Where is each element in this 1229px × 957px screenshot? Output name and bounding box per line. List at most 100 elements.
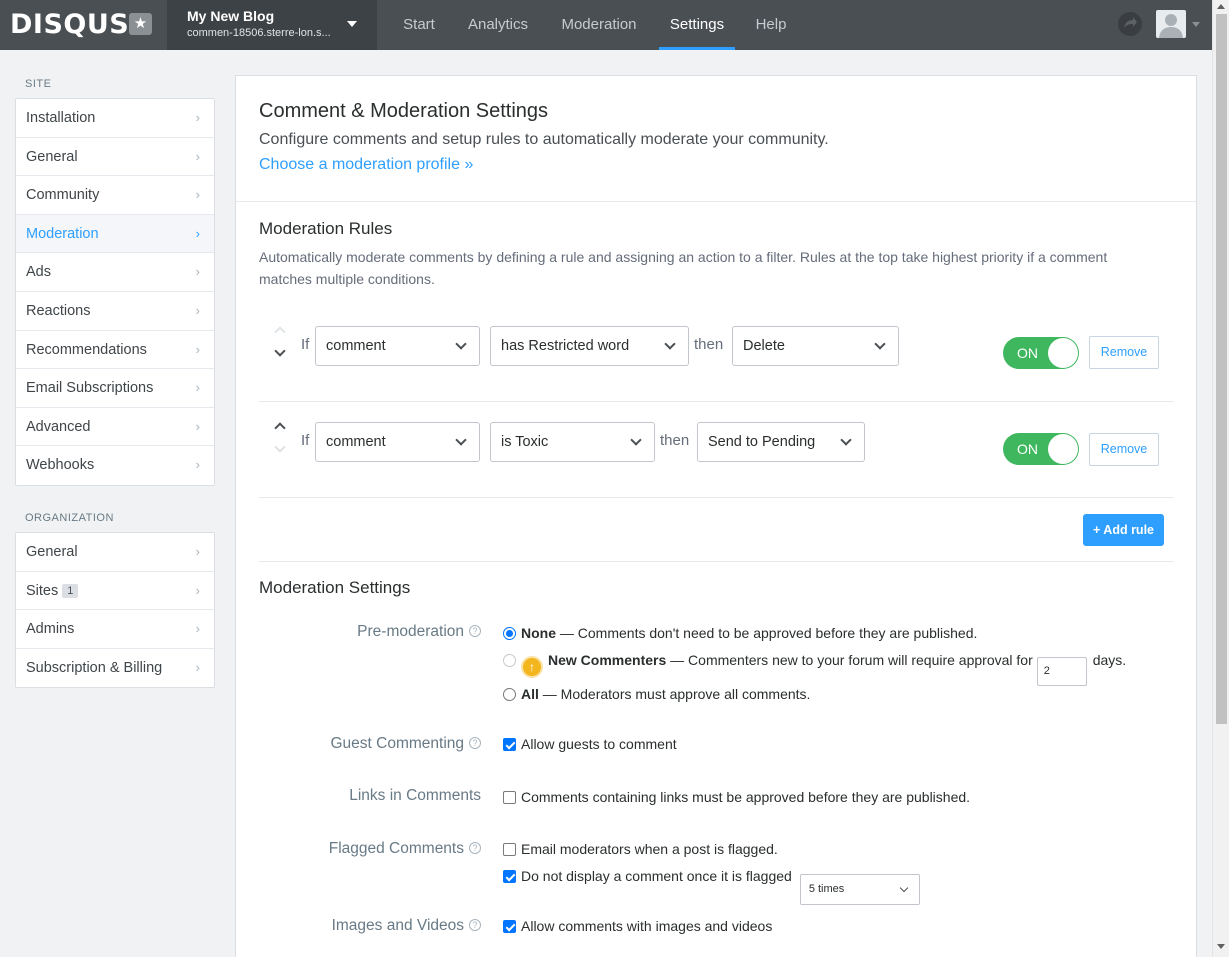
radio-none[interactable] bbox=[503, 627, 516, 640]
flagged-email-checkbox[interactable] bbox=[503, 843, 516, 856]
move-down-icon[interactable] bbox=[274, 345, 286, 357]
premod-option-all[interactable]: All — Moderators must approve all commen… bbox=[503, 686, 810, 702]
add-rule-button[interactable]: + Add rule bbox=[1083, 514, 1164, 546]
move-down-icon[interactable] bbox=[274, 441, 286, 453]
if-label: If bbox=[301, 336, 310, 353]
rule-toggle[interactable]: ON bbox=[1003, 337, 1079, 369]
rule-condition-select[interactable]: has Restricted word bbox=[490, 326, 689, 366]
sidebar-item-reactions[interactable]: Reactions › bbox=[16, 292, 214, 331]
settings-panel: Comment & Moderation Settings Configure … bbox=[235, 75, 1197, 957]
option-desc: Allow guests to comment bbox=[521, 736, 677, 752]
radio-all[interactable] bbox=[503, 688, 516, 701]
flagged-email-option[interactable]: Email moderators when a post is flagged. bbox=[503, 841, 778, 857]
flagged-hide-checkbox[interactable] bbox=[503, 870, 516, 883]
guest-checkbox[interactable] bbox=[503, 738, 516, 751]
sidebar-item-label: Sites bbox=[26, 582, 59, 599]
sidebar-item-label: Subscription & Billing bbox=[26, 659, 163, 676]
sidebar-item-webhooks[interactable]: Webhooks › bbox=[16, 446, 214, 485]
tab-settings[interactable]: Settings bbox=[659, 0, 735, 50]
chevron-down-icon bbox=[874, 338, 886, 350]
option-title: All bbox=[521, 686, 539, 702]
moderation-profile-link[interactable]: Choose a moderation profile » bbox=[259, 156, 473, 174]
chevron-right-icon: › bbox=[195, 148, 200, 164]
remove-rule-button[interactable]: Remove bbox=[1089, 336, 1159, 369]
help-icon[interactable]: ? bbox=[469, 737, 481, 749]
sidebar-item-admins[interactable]: Admins › bbox=[16, 610, 214, 649]
tab-help[interactable]: Help bbox=[748, 0, 794, 50]
chevron-right-icon: › bbox=[195, 659, 200, 675]
rule-action-select[interactable]: Delete bbox=[732, 326, 899, 366]
scroll-thumb[interactable] bbox=[1216, 14, 1227, 724]
chevron-right-icon: › bbox=[195, 544, 200, 559]
sidebar-item-label: Installation bbox=[26, 110, 96, 126]
toggle-label: ON bbox=[1017, 345, 1038, 361]
sidebar-item-ads[interactable]: Ads › bbox=[16, 253, 214, 292]
caret-down-icon[interactable] bbox=[1192, 22, 1200, 27]
sidebar-item-email-subscriptions[interactable]: Email Subscriptions › bbox=[16, 369, 214, 408]
sidebar-item-installation[interactable]: Installation › bbox=[16, 99, 214, 138]
option-desc: Comments containing links must be approv… bbox=[521, 789, 971, 805]
media-option[interactable]: Allow comments with images and videos bbox=[503, 918, 772, 934]
flag-times-select[interactable]: 5 times bbox=[799, 874, 920, 905]
rule-row: If comment has Restricted word then Dele… bbox=[259, 306, 1174, 402]
sidebar-item-label: Email Subscriptions bbox=[26, 380, 154, 397]
divider bbox=[236, 201, 1196, 202]
scroll-up-icon[interactable] bbox=[1217, 4, 1225, 9]
chevron-right-icon: › bbox=[195, 380, 200, 396]
flagged-hide-option[interactable]: Do not display a comment once it is flag… bbox=[503, 868, 920, 905]
notifications-icon[interactable] bbox=[1118, 12, 1142, 36]
select-value: has Restricted word bbox=[501, 338, 630, 354]
scroll-down-icon[interactable] bbox=[1217, 944, 1225, 949]
sidebar-site-menu: Installation › General › Community › Modera… bbox=[15, 98, 215, 486]
media-checkbox[interactable] bbox=[503, 920, 516, 933]
chevron-right-icon: › bbox=[195, 418, 200, 434]
label-text: Pre-moderation bbox=[357, 623, 464, 640]
premod-option-new-commenters[interactable]: ↑ New Commenters — Commenters new to your… bbox=[503, 652, 1126, 686]
premod-option-none[interactable]: None — Comments don't need to be approve… bbox=[503, 625, 977, 641]
move-up-icon[interactable] bbox=[274, 422, 286, 434]
sidebar-item-subscription-billing[interactable]: Subscription & Billing › bbox=[16, 649, 214, 688]
images-videos-label: Images and Videos? bbox=[332, 917, 481, 935]
site-switcher[interactable]: My New Blog commen-18506.sterre-lon.s... bbox=[167, 0, 377, 50]
sidebar-item-recommendations[interactable]: Recommendations › bbox=[16, 331, 214, 370]
star-icon[interactable]: ★ bbox=[129, 13, 152, 35]
sidebar-item-sites[interactable]: Sites 1 › bbox=[16, 572, 214, 611]
sidebar-item-label: General bbox=[26, 148, 78, 165]
select-value: comment bbox=[326, 434, 386, 450]
tab-moderation[interactable]: Moderation bbox=[552, 0, 646, 50]
help-icon[interactable]: ? bbox=[469, 625, 481, 637]
tab-start[interactable]: Start bbox=[390, 0, 448, 50]
links-checkbox[interactable] bbox=[503, 791, 516, 804]
sidebar-item-general[interactable]: General › bbox=[16, 138, 214, 177]
toggle-label: ON bbox=[1017, 441, 1038, 457]
sidebar-item-community[interactable]: Community › bbox=[16, 176, 214, 215]
guest-option[interactable]: Allow guests to comment bbox=[503, 736, 677, 752]
radio-new-commenters[interactable] bbox=[503, 654, 516, 667]
disqus-logo[interactable]: DISQUS bbox=[10, 9, 129, 40]
then-label: then bbox=[660, 432, 690, 449]
sidebar-item-advanced[interactable]: Advanced › bbox=[16, 408, 214, 447]
select-value: comment bbox=[326, 338, 386, 354]
sidebar-item-moderation[interactable]: Moderation › bbox=[16, 214, 214, 254]
avatar[interactable] bbox=[1156, 10, 1186, 38]
chevron-right-icon: › bbox=[195, 302, 200, 318]
rule-toggle[interactable]: ON bbox=[1003, 433, 1079, 465]
links-option[interactable]: Comments containing links must be approv… bbox=[503, 789, 970, 805]
help-icon[interactable]: ? bbox=[469, 919, 481, 931]
days-input[interactable]: 2 bbox=[1036, 657, 1087, 686]
rule-subject-select[interactable]: comment bbox=[315, 326, 480, 366]
remove-rule-button[interactable]: Remove bbox=[1089, 433, 1159, 466]
rule-subject-select[interactable]: comment bbox=[315, 422, 480, 462]
help-icon[interactable]: ? bbox=[469, 842, 481, 854]
move-up-icon[interactable] bbox=[274, 326, 286, 338]
chevron-right-icon: › bbox=[195, 621, 200, 637]
page-scrollbar[interactable] bbox=[1212, 0, 1229, 957]
if-label: If bbox=[301, 432, 310, 449]
sidebar-item-label: Webhooks bbox=[26, 457, 95, 474]
premoderation-label: Pre-moderation? bbox=[357, 623, 481, 641]
sidebar-item-org-general[interactable]: General › bbox=[16, 533, 214, 572]
rule-condition-select[interactable]: is Toxic bbox=[490, 422, 655, 462]
chevron-down-icon bbox=[455, 434, 467, 446]
rule-action-select[interactable]: Send to Pending bbox=[697, 422, 865, 462]
tab-analytics[interactable]: Analytics bbox=[460, 0, 536, 50]
